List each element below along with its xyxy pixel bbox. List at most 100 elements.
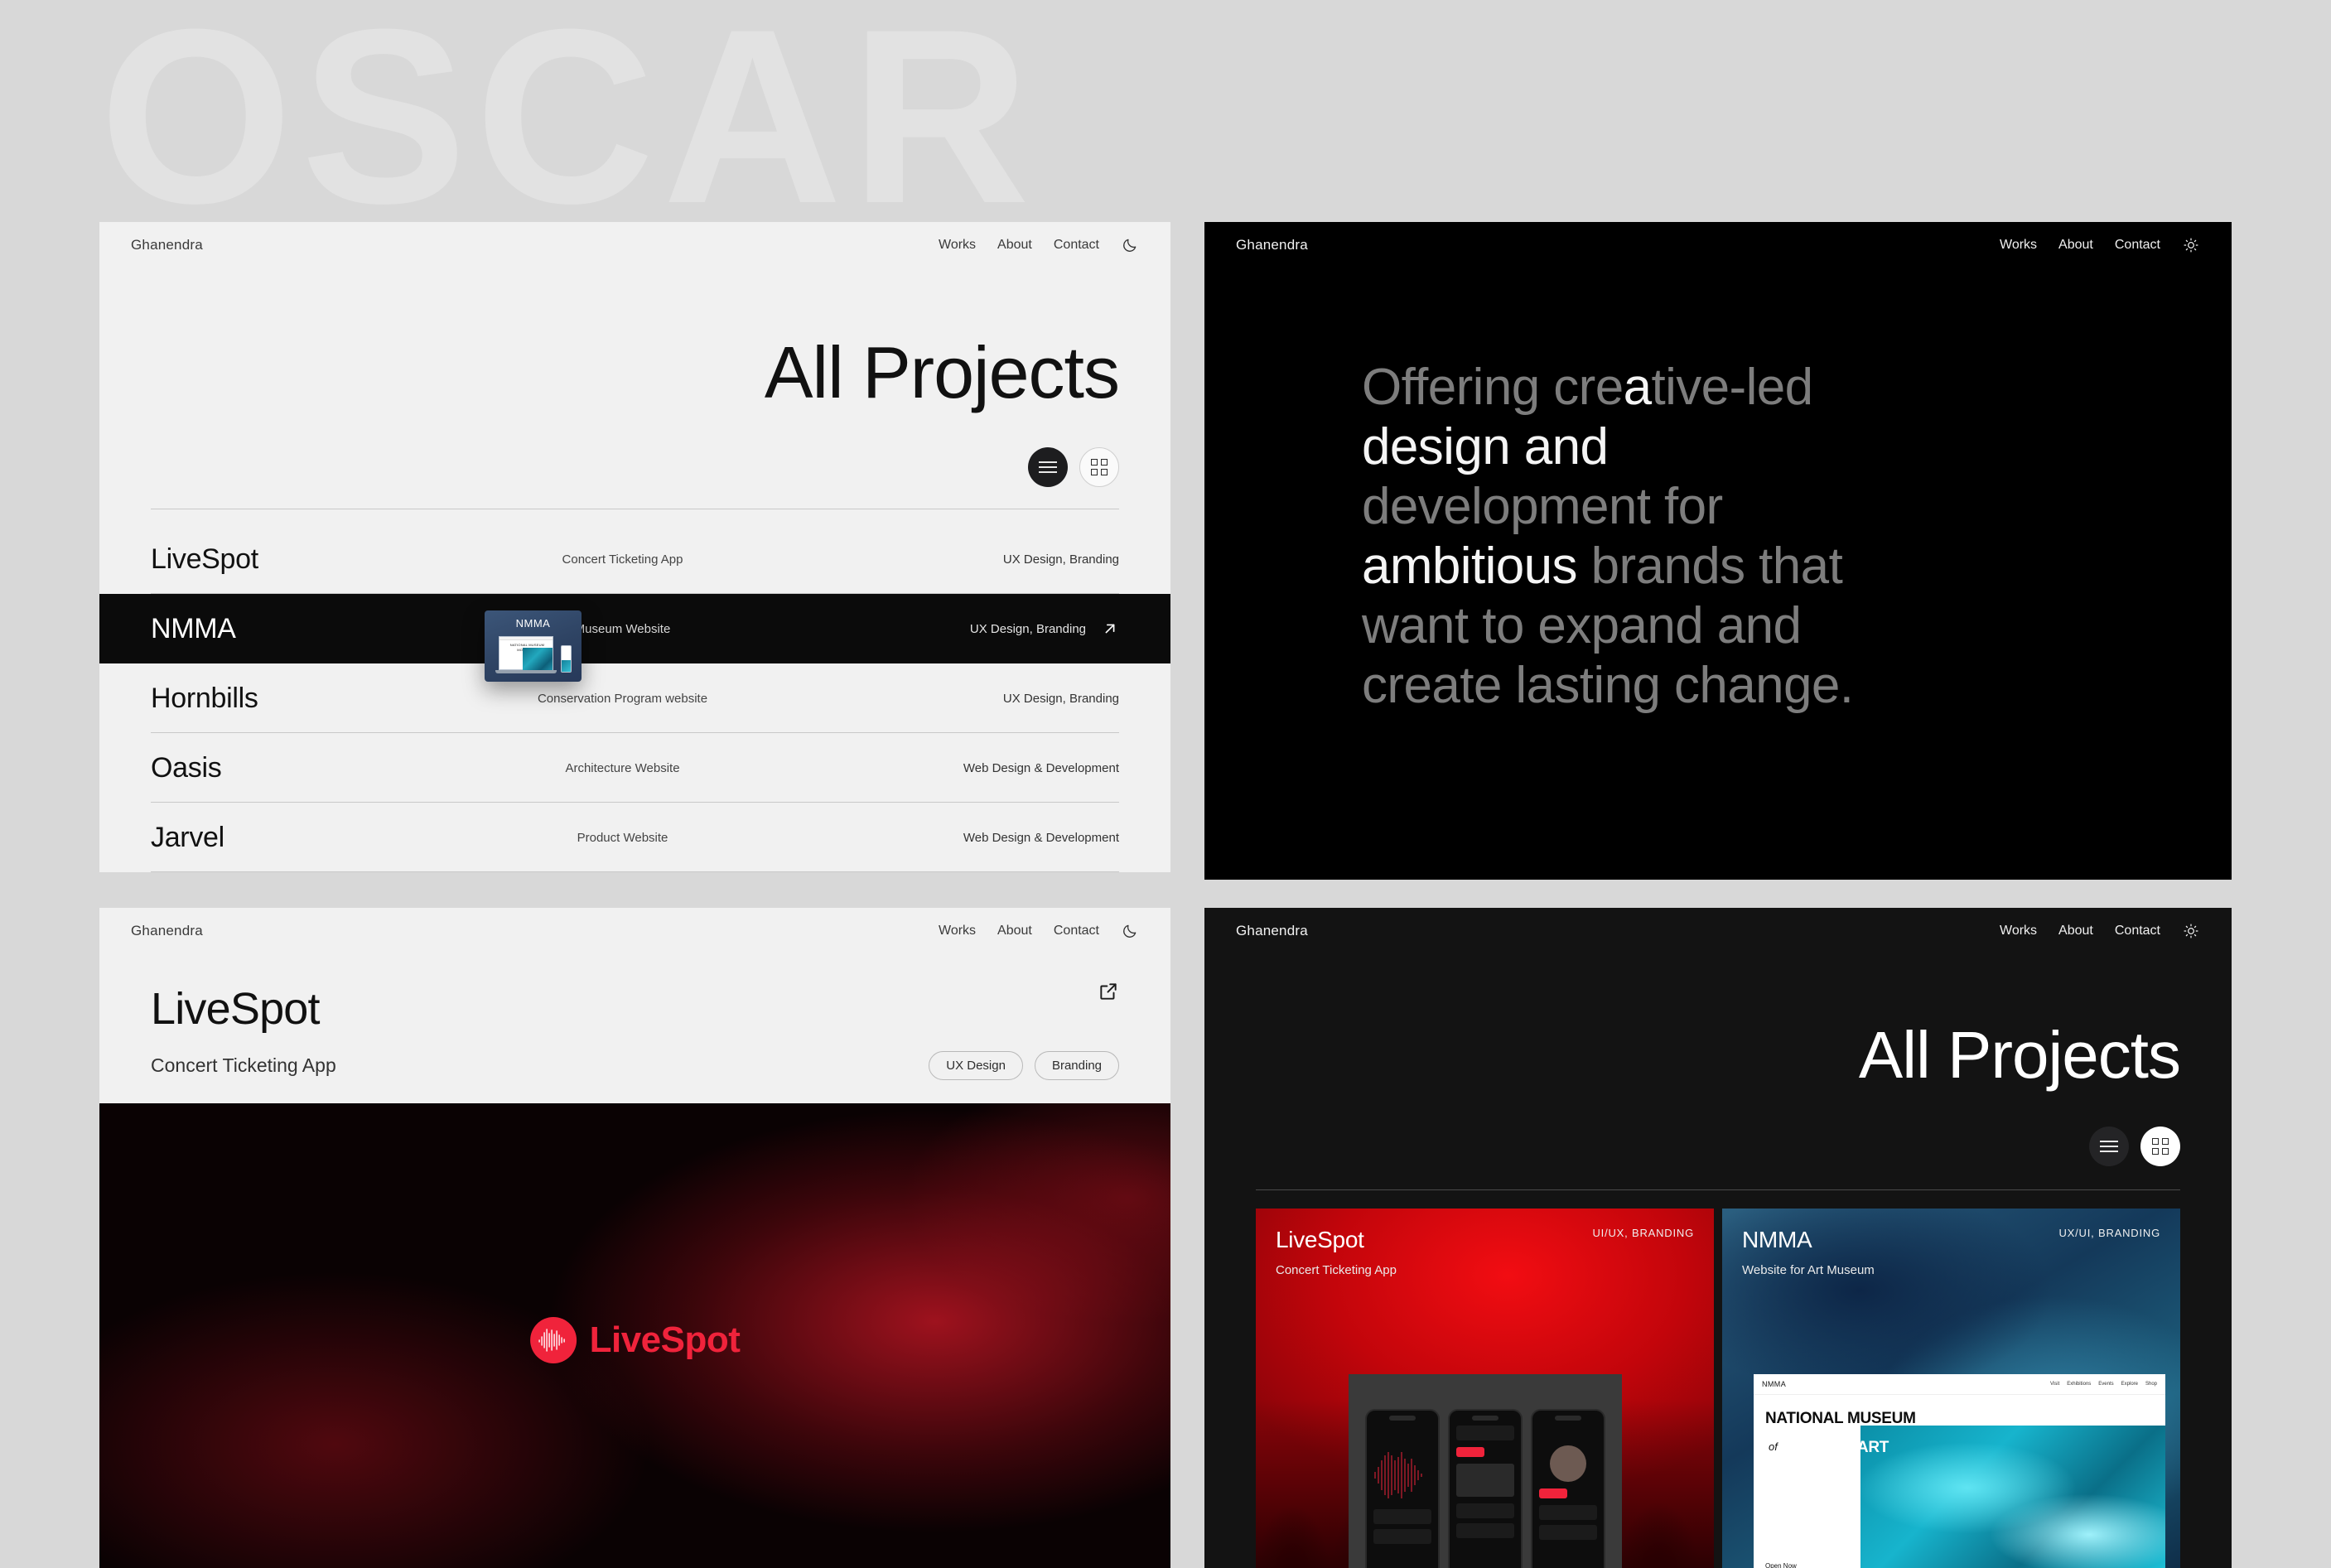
- mockup-headline-1: NATIONAL MUSEUM: [1765, 1410, 1916, 1427]
- sun-icon[interactable]: [2182, 922, 2200, 940]
- livespot-wordmark: LiveSpot: [589, 1319, 741, 1360]
- project-name: Oasis: [151, 751, 222, 784]
- phone-mockup-group: [1348, 1374, 1622, 1568]
- nav-link-works[interactable]: Works: [2000, 924, 2037, 938]
- project-services: Web Design & Development: [963, 830, 1119, 845]
- brand-logo[interactable]: Ghanendra: [131, 237, 203, 253]
- moon-icon[interactable]: [1121, 236, 1139, 254]
- nav-link-about[interactable]: About: [997, 924, 1032, 938]
- project-services: UX Design, Branding: [1002, 691, 1119, 706]
- table-row[interactable]: LiveSpot Concert Ticketing App UX Design…: [99, 524, 1170, 594]
- page-title: All Projects: [764, 331, 1120, 413]
- panel-case-livespot: Ghanendra Works About Contact LiveSpot C…: [99, 908, 1170, 1568]
- list-icon: [2100, 1141, 2118, 1152]
- placeholder-row: [1538, 1505, 1597, 1520]
- project-card-grid: LiveSpot UI/UX, BRANDING Concert Ticketi…: [1204, 1190, 2232, 1568]
- project-services: Web Design & Development: [963, 760, 1119, 775]
- project-card-livespot[interactable]: LiveSpot UI/UX, BRANDING Concert Ticketi…: [1256, 1209, 1714, 1568]
- project-card-nmma[interactable]: NMMA UX/UI, BRANDING Website for Art Mus…: [1722, 1209, 2180, 1568]
- project-description: Conservation Program website: [537, 691, 708, 706]
- laptop-base: [495, 670, 557, 673]
- case-subtitle: Concert Ticketing App: [151, 1054, 336, 1076]
- list-view-button[interactable]: [1028, 447, 1068, 487]
- nav-link-contact[interactable]: Contact: [2115, 924, 2160, 938]
- avatar: [1549, 1445, 1586, 1482]
- phone-notch: [1471, 1416, 1498, 1421]
- placeholder-pill: [1455, 1447, 1484, 1457]
- mockup-nav-explore: Explore: [2121, 1382, 2138, 1387]
- nav-link-about[interactable]: About: [2058, 924, 2093, 938]
- view-toggle-group: [1204, 1088, 2232, 1166]
- placeholder-row: [1373, 1529, 1431, 1544]
- project-hover-preview: NMMA NATIONAL MUSEUM MODERN ART: [485, 610, 582, 682]
- card-title: NMMA: [1742, 1227, 1812, 1252]
- brand-logo[interactable]: Ghanendra: [131, 923, 203, 939]
- moon-icon[interactable]: [1121, 922, 1139, 940]
- brand-logo[interactable]: Ghanendra: [1236, 923, 1308, 939]
- table-row[interactable]: Oasis Architecture Website Web Design & …: [99, 733, 1170, 803]
- statement-segment-2: tive-led: [1651, 359, 1813, 416]
- arrow-up-right-icon[interactable]: [1101, 620, 1119, 638]
- nav-link-works[interactable]: Works: [2000, 238, 2037, 253]
- grid-view-button[interactable]: [1079, 447, 1119, 487]
- case-header: LiveSpot Concert Ticketing App UX Design…: [99, 954, 1170, 1080]
- tag-branding[interactable]: Branding: [1034, 1050, 1119, 1080]
- phone-mockup: [560, 645, 572, 673]
- grid-view-button[interactable]: [2140, 1127, 2180, 1166]
- project-services-wrap: UX Design, Branding: [846, 620, 1119, 638]
- site-header-dark: Ghanendra Works About Contact: [1204, 222, 2232, 268]
- case-title: LiveSpot: [151, 984, 321, 1034]
- project-name: Hornbills: [151, 682, 258, 714]
- mockup-nav: Visit Exhibitions Events Explore Shop: [2050, 1382, 2157, 1387]
- main-nav: Works About Contact: [2000, 236, 2200, 254]
- site-header-light: Ghanendra Works About Contact: [99, 908, 1170, 954]
- table-row[interactable]: Hornbills Conservation Program website U…: [99, 663, 1170, 733]
- mockup-headline-2: MODERN ART: [1785, 1439, 1889, 1456]
- mockup-nav-visit: Visit: [2050, 1382, 2060, 1387]
- nav-link-about[interactable]: About: [997, 238, 1032, 253]
- project-name: LiveSpot: [151, 543, 258, 575]
- nav-link-contact[interactable]: Contact: [2115, 238, 2160, 253]
- panel-all-projects-light: Ghanendra Works About Contact All Projec…: [99, 222, 1170, 872]
- card-header: NMMA UX/UI, BRANDING: [1722, 1209, 2180, 1253]
- nav-link-contact[interactable]: Contact: [1054, 238, 1099, 253]
- card-title: LiveSpot: [1276, 1227, 1364, 1252]
- placeholder-row: [1455, 1503, 1514, 1518]
- external-link-icon[interactable]: [1098, 981, 1119, 1002]
- phone-notch: [1388, 1416, 1416, 1421]
- background-watermark: OSCAR: [99, 0, 1039, 255]
- statement-segment-0: Offering cre: [1362, 359, 1624, 416]
- view-toggle-group: [99, 409, 1170, 487]
- main-nav: Works About Contact: [2000, 922, 2200, 940]
- nav-link-about[interactable]: About: [2058, 238, 2093, 253]
- mockup-nav-events: Events: [2098, 1382, 2114, 1387]
- project-description: Architecture Website: [565, 760, 680, 775]
- phone-notch: [1554, 1416, 1581, 1421]
- table-row[interactable]: Jarvel Product Website Web Design & Deve…: [99, 803, 1170, 872]
- panel-statement-dark: Ghanendra Works About Contact Offering c…: [1204, 222, 2232, 880]
- laptop-mockup: NATIONAL MUSEUM MODERN ART: [498, 636, 553, 671]
- mockup-brand: NMMA: [1762, 1380, 1787, 1388]
- nav-link-contact[interactable]: Contact: [1054, 924, 1099, 938]
- statement-paragraph: Offering creative-led design and develop…: [1204, 268, 1900, 715]
- project-description: Product Website: [577, 830, 668, 845]
- mockup-nav-exhibitions: Exhibitions: [2067, 1382, 2092, 1387]
- brand-logo[interactable]: Ghanendra: [1236, 237, 1308, 253]
- tag-ux-design[interactable]: UX Design: [929, 1050, 1023, 1080]
- sun-icon[interactable]: [2182, 236, 2200, 254]
- nav-link-works[interactable]: Works: [939, 924, 976, 938]
- nav-link-works[interactable]: Works: [939, 238, 976, 253]
- mockup-nav-shop: Shop: [2145, 1382, 2157, 1387]
- mockup-headline-1: NATIONAL MUSEUM: [509, 643, 545, 647]
- mockup-headline-of: of: [1769, 1440, 1778, 1453]
- list-view-button[interactable]: [2089, 1127, 2129, 1166]
- project-description: Concert Ticketing App: [562, 552, 683, 567]
- card-subtitle: Website for Art Museum: [1742, 1263, 1875, 1277]
- placeholder-image: [1455, 1464, 1514, 1497]
- case-hero-image: LiveSpot: [99, 1102, 1170, 1568]
- project-name: NMMA: [151, 612, 236, 644]
- statement-segment-4: development for: [1362, 477, 1723, 535]
- table-row[interactable]: NMMA Museum Website UX Design, Branding: [99, 594, 1170, 663]
- placeholder-row: [1538, 1525, 1597, 1540]
- mockup-navbar: NMMA Visit Exhibitions Events Explore Sh…: [1754, 1374, 2165, 1395]
